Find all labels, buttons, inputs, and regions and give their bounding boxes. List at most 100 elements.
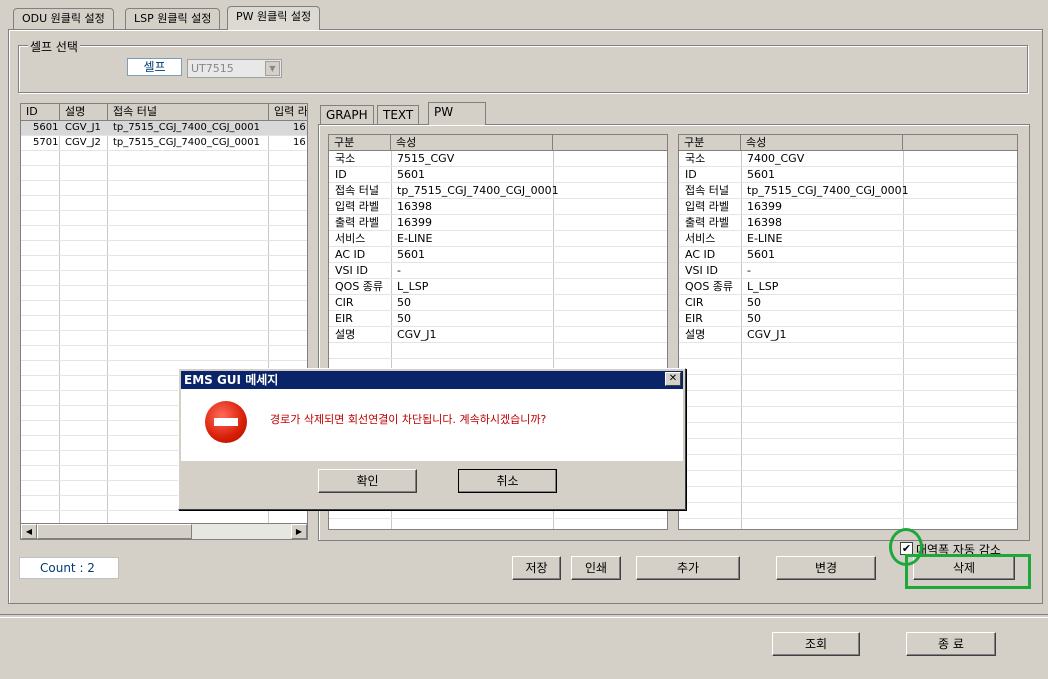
list-grid-line (21, 285, 307, 286)
grid-cell-value: - (747, 264, 751, 277)
stop-error-icon (205, 401, 247, 443)
grid-cell-category: 출력 라벨 (685, 216, 729, 229)
grid-line (329, 358, 667, 359)
col-desc[interactable]: 설명 (60, 104, 108, 121)
cell-label: 셀프 (127, 58, 182, 76)
grid-cell-value: 7400_CGV (747, 152, 805, 165)
cell-select-group-label: 셀프 선택 (28, 38, 80, 55)
chevron-down-icon[interactable]: ▼ (265, 61, 280, 76)
grid-cell-category: VSI ID (685, 264, 718, 277)
cancel-button[interactable]: 취소 (458, 469, 557, 493)
list-grid-line (21, 195, 307, 196)
list-grid-line (21, 300, 307, 301)
scroll-left-icon[interactable]: ◀ (21, 524, 37, 539)
grid-cell-value: 50 (397, 312, 411, 325)
col-tunnel[interactable]: 접속 터널 (108, 104, 269, 121)
grid-col-category: 구분 (679, 135, 741, 151)
col-in-label[interactable]: 입력 라 (269, 104, 307, 121)
add-button[interactable]: 추가 (636, 556, 740, 580)
grid-line (679, 358, 1017, 359)
list-grid-line (21, 510, 307, 511)
list-grid-line (21, 165, 307, 166)
grid-line (329, 310, 667, 311)
grid-cell-category: ID (685, 168, 697, 181)
tab-odu-oneclick[interactable]: ODU 원클릭 설정 (13, 8, 114, 29)
grid-line (329, 262, 667, 263)
grid-cell-value: L_LSP (397, 280, 429, 293)
grid-line (679, 262, 1017, 263)
grid-line (679, 246, 1017, 247)
close-icon[interactable]: ✕ (665, 372, 681, 386)
list-grid-line (21, 210, 307, 211)
scroll-right-icon[interactable]: ▶ (291, 524, 307, 539)
row-desc: CGV_J2 (65, 137, 101, 148)
list-grid-line (21, 180, 307, 181)
grid-cell-value: 5601 (747, 248, 775, 261)
grid-cell-value: L_LSP (747, 280, 779, 293)
grid-cell-category: 입력 라벨 (335, 200, 379, 213)
save-button[interactable]: 저장 (512, 556, 561, 580)
grid-cell-category: CIR (335, 296, 354, 309)
grid-cell-category: 국소 (685, 152, 706, 165)
col-id[interactable]: ID (21, 104, 60, 121)
grid-line (329, 166, 667, 167)
grid-line (679, 486, 1017, 487)
highlight-rectangle (905, 554, 1031, 589)
grid-col-attribute: 속성 (741, 135, 903, 151)
grid-line (329, 230, 667, 231)
scroll-thumb[interactable] (37, 524, 192, 539)
count-display: Count : 2 (19, 557, 119, 579)
grid-cell-category: 서비스 (335, 232, 366, 245)
grid-col-extra (903, 135, 1017, 151)
grid-cell-category: QOS 종류 (685, 280, 734, 293)
grid-line (679, 342, 1017, 343)
grid-cell-category: EIR (335, 312, 353, 325)
grid-line (679, 422, 1017, 423)
grid-cell-value: CGV_J1 (747, 328, 787, 341)
query-button[interactable]: 조회 (772, 632, 860, 656)
grid-cell-value: tp_7515_CGJ_7400_CGJ_0001 (747, 184, 909, 197)
grid-col-attribute: 속성 (391, 135, 553, 151)
grid-line (679, 214, 1017, 215)
tab-pw[interactable]: PW (428, 102, 486, 125)
grid-cell-category: 설명 (685, 328, 706, 341)
grid-cell-category: 접속 터널 (335, 184, 379, 197)
print-button[interactable]: 인쇄 (571, 556, 621, 580)
row-tunnel: tp_7515_CGJ_7400_CGJ_0001 (113, 137, 260, 148)
modify-button[interactable]: 변경 (776, 556, 876, 580)
tab-pw-oneclick[interactable]: PW 원클릭 설정 (227, 6, 321, 30)
grid-cell-value: 16398 (747, 216, 782, 229)
grid-line (679, 374, 1017, 375)
row-in-label: 16 (293, 137, 306, 148)
ok-button[interactable]: 확인 (318, 469, 417, 493)
list-horizontal-scrollbar[interactable]: ◀ ▶ (20, 523, 308, 540)
dialog-message: 경로가 삭제되면 회선연결이 차단됩니다. 계속하시겠습니까? (270, 413, 547, 426)
exit-button[interactable]: 종 료 (906, 632, 996, 656)
grid-cell-value: 50 (747, 312, 761, 325)
tab-text[interactable]: TEXT (377, 105, 420, 124)
grid-cell-category: EIR (685, 312, 703, 325)
grid-line (329, 246, 667, 247)
grid-cell-category: ID (335, 168, 347, 181)
property-grid-right[interactable]: 구분 속성 국소 7400_CGV ID 5601 접속 터널 tp_7515_CGJ_7… (678, 134, 1018, 530)
grid-line (329, 214, 667, 215)
grid-cell-value: - (397, 264, 401, 277)
list-grid-line (21, 255, 307, 256)
grid-cell-value: 5601 (747, 168, 775, 181)
grid-cell-category: 서비스 (685, 232, 716, 245)
footer-separator (0, 614, 1048, 618)
list-grid-line (21, 345, 307, 346)
grid-cell-category: 입력 라벨 (685, 200, 729, 213)
grid-line (329, 342, 667, 343)
cell-combo[interactable]: UT7515 ▼ (187, 59, 282, 78)
tab-lsp-oneclick[interactable]: LSP 원클릭 설정 (125, 8, 221, 29)
list-grid-line (21, 150, 307, 151)
tab-graph[interactable]: GRAPH (320, 105, 374, 124)
grid-line (679, 230, 1017, 231)
grid-col-extra (553, 135, 667, 151)
grid-cell-value: 50 (747, 296, 761, 309)
row-in-label: 16 (293, 122, 306, 133)
grid-cell-category: VSI ID (335, 264, 368, 277)
list-grid-line (21, 225, 307, 226)
grid-cell-category: CIR (685, 296, 704, 309)
